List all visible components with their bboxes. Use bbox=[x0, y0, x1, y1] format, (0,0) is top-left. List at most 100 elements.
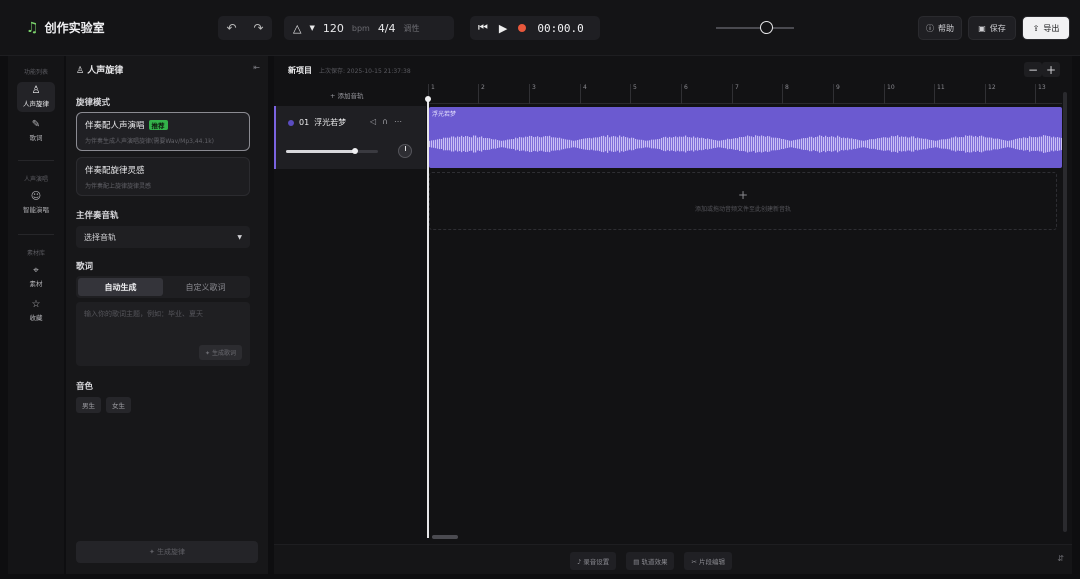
expand-icon[interactable]: ⇵ bbox=[1057, 554, 1064, 563]
plus-icon: + bbox=[737, 188, 749, 202]
clip-edit-button[interactable]: ✂ 片段编辑 bbox=[684, 552, 732, 570]
nav-divider bbox=[18, 160, 54, 161]
waveform-bar bbox=[545, 136, 547, 152]
mode-card-melody-inspiration[interactable]: 伴奏配旋律灵感 为伴奏配上旋律旋律灵感 bbox=[76, 157, 250, 196]
melody-mode-label: 旋律模式 bbox=[76, 98, 111, 108]
add-track-button[interactable]: + 添加音轨 bbox=[330, 90, 364, 100]
record-button[interactable] bbox=[518, 24, 527, 32]
nav-item-vocal-melody[interactable]: ♙ 人声旋律 bbox=[17, 82, 55, 112]
waveform-bar bbox=[455, 137, 457, 151]
track-name: 01 浮光若梦 bbox=[288, 117, 346, 128]
track-effects-button[interactable]: ▤ 轨道效果 bbox=[626, 552, 675, 570]
playhead[interactable] bbox=[427, 100, 429, 538]
redo-icon[interactable]: ↷ bbox=[253, 21, 263, 35]
help-button[interactable]: ⓘ 帮助 bbox=[918, 16, 962, 40]
waveform-bar bbox=[935, 140, 937, 148]
play-icon[interactable]: ▶ bbox=[499, 22, 507, 35]
waveform-bar bbox=[437, 139, 439, 149]
pin-icon: ⌖ bbox=[33, 265, 39, 276]
project-name[interactable]: 新项目 bbox=[288, 65, 312, 76]
waveform-bar bbox=[1049, 136, 1051, 152]
waveform-bar bbox=[497, 140, 499, 148]
waveform-bar bbox=[1037, 137, 1039, 151]
undo-icon[interactable]: ↶ bbox=[226, 21, 236, 35]
waveform-bar bbox=[873, 139, 875, 149]
waveform-bar bbox=[1015, 138, 1017, 150]
vertical-scrollbar[interactable] bbox=[1063, 92, 1067, 532]
audio-clip[interactable]: 浮光若梦 bbox=[429, 107, 1062, 168]
nav-item-materials[interactable]: ⌖ 素材 bbox=[17, 262, 55, 292]
collapse-panel-icon[interactable]: ⇤ bbox=[253, 63, 260, 72]
nav-item-lyrics[interactable]: ✎ 歌词 bbox=[17, 116, 55, 146]
waveform-bar bbox=[725, 139, 727, 149]
zoom-slider[interactable] bbox=[716, 21, 794, 34]
voice-option-female[interactable]: 女生 bbox=[106, 397, 131, 413]
zoom-slider-knob[interactable] bbox=[760, 21, 773, 34]
waveform-bar bbox=[605, 136, 607, 152]
zoom-out-button[interactable]: − bbox=[1024, 62, 1042, 77]
waveform-bar bbox=[1007, 140, 1009, 148]
waveform-bar bbox=[593, 137, 595, 151]
volume-knob[interactable] bbox=[352, 148, 358, 154]
waveform-bar bbox=[657, 139, 659, 149]
headphones-icon[interactable]: ∩ bbox=[382, 117, 388, 126]
mode-card-vocal-singing[interactable]: 伴奏配人声演唱 推荐 为伴奏生成人声演唱旋律(需要Wav/Mp3,44.1k) bbox=[76, 112, 250, 151]
waveform-bar bbox=[621, 136, 623, 152]
export-button[interactable]: ⇪ 导出 bbox=[1022, 16, 1070, 40]
waveform-bar bbox=[845, 138, 847, 150]
skip-back-icon[interactable]: ⏮ bbox=[478, 21, 488, 35]
new-track-drop-zone[interactable]: + 添加或拖动音频文件至此创建新音轨 bbox=[429, 172, 1057, 230]
pan-knob[interactable] bbox=[398, 144, 412, 158]
waveform-bar bbox=[819, 135, 821, 153]
waveform-bar bbox=[509, 139, 511, 149]
waveform-bar bbox=[445, 137, 447, 151]
key-selector[interactable]: 调性 bbox=[404, 23, 420, 34]
waveform-bar bbox=[451, 136, 453, 152]
accompaniment-select[interactable]: 选择音轨 ▼ bbox=[76, 226, 250, 248]
waveform-bar bbox=[543, 136, 545, 152]
waveform-bar bbox=[679, 136, 681, 152]
waveform-bar bbox=[967, 135, 969, 153]
waveform-bar bbox=[597, 137, 599, 151]
timeline-ruler[interactable]: 1 2 3 4 5 6 7 8 9 10 11 12 13 bbox=[428, 84, 1062, 104]
waveform-bar bbox=[757, 135, 759, 153]
waveform-bar bbox=[649, 140, 651, 148]
waveform-bar bbox=[865, 140, 867, 148]
lyrics-input[interactable]: 输入你的歌词主题，例如：毕业、夏天 ✦ 生成歌词 bbox=[76, 302, 250, 366]
bottom-buttons: ♪ 录音设置 ▤ 轨道效果 ✂ 片段编辑 bbox=[570, 552, 732, 570]
recording-settings-button[interactable]: ♪ 录音设置 bbox=[570, 552, 617, 570]
tab-auto-generate[interactable]: 自动生成 bbox=[78, 278, 163, 296]
chevron-down-icon[interactable]: ▼ bbox=[309, 24, 314, 32]
waveform-bar bbox=[927, 139, 929, 149]
waveform-bar bbox=[877, 138, 879, 150]
waveform-bar bbox=[1061, 137, 1062, 151]
track-name-text[interactable]: 浮光若梦 bbox=[314, 117, 346, 128]
playhead-handle[interactable] bbox=[425, 96, 431, 102]
nav-item-smart-sing[interactable]: ☺ 智能演唱 bbox=[17, 188, 55, 218]
metronome-icon[interactable]: △ bbox=[293, 22, 301, 35]
generate-melody-button[interactable]: ✦ 生成旋律 bbox=[76, 541, 258, 563]
waveform-bar bbox=[501, 140, 503, 148]
waveform-bar bbox=[863, 140, 865, 148]
save-button[interactable]: ▣ 保存 bbox=[968, 16, 1016, 40]
pen-icon: ✎ bbox=[31, 119, 41, 130]
time-signature[interactable]: 4/4 bbox=[378, 22, 396, 35]
zoom-in-button[interactable]: + bbox=[1042, 62, 1060, 77]
waveform-bar bbox=[703, 138, 705, 150]
tab-custom-lyrics[interactable]: 自定义歌词 bbox=[163, 278, 248, 296]
more-icon[interactable]: ⋯ bbox=[394, 117, 402, 126]
voice-option-male[interactable]: 男生 bbox=[76, 397, 101, 413]
horizontal-scrollbar[interactable] bbox=[432, 535, 458, 539]
waveform-bar bbox=[907, 137, 909, 151]
volume-slider[interactable] bbox=[286, 148, 378, 154]
waveform-bar bbox=[541, 137, 543, 151]
tempo-value[interactable]: 120 bbox=[323, 22, 344, 35]
nav-item-favorites[interactable]: ☆ 收藏 bbox=[17, 296, 55, 326]
waveform-bar bbox=[731, 138, 733, 150]
waveform-bar bbox=[993, 138, 995, 150]
waveform-bar bbox=[617, 137, 619, 151]
recommended-badge: 推荐 bbox=[148, 120, 168, 130]
generate-lyrics-button[interactable]: ✦ 生成歌词 bbox=[199, 345, 242, 360]
track-header[interactable]: 01 浮光若梦 ◁ ∩ ⋯ bbox=[274, 106, 426, 169]
mute-icon[interactable]: ◁ bbox=[370, 117, 376, 126]
